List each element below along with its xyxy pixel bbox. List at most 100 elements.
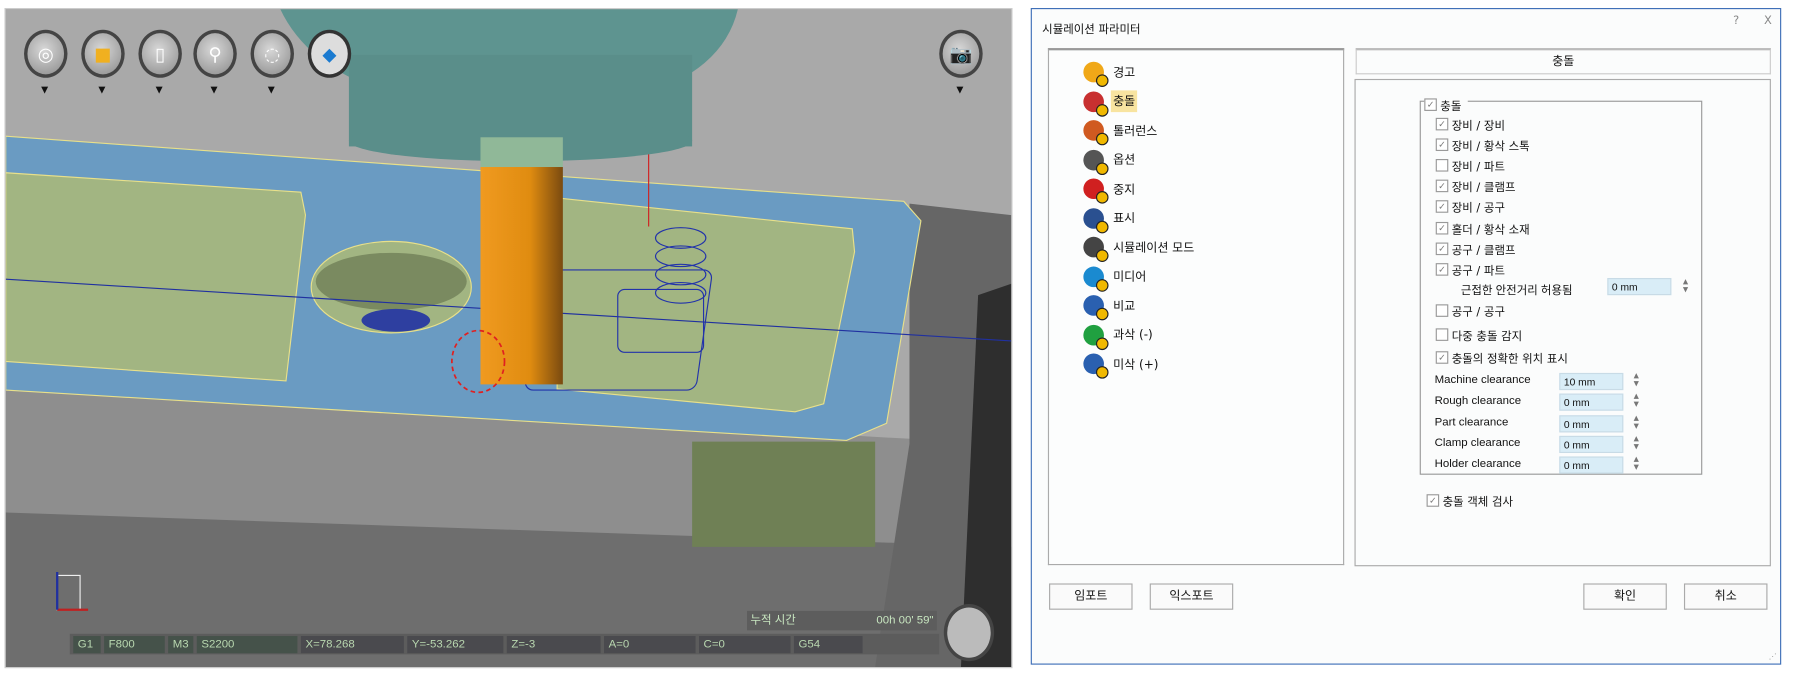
- tree-item[interactable]: 옵션: [1083, 147, 1137, 175]
- c-axis: C=0: [698, 635, 791, 653]
- tree-item[interactable]: 톨러런스: [1083, 118, 1159, 146]
- object-check-checkbox[interactable]: ✓ 충돌 객체 검사: [1426, 492, 1513, 509]
- tree-item-label: 비교: [1113, 299, 1136, 313]
- checkbox-label: 장비 / 파트: [1451, 161, 1505, 175]
- collision-pair-checkbox[interactable]: 다중 충돌 감지: [1435, 325, 1523, 343]
- collision-pair-checkbox[interactable]: 장비 / 파트: [1435, 157, 1505, 175]
- dashed-circle-x-icon[interactable]: ◌: [250, 29, 295, 78]
- checkbox-icon: ✓: [1435, 117, 1449, 131]
- tree-item-label: 시뮬레이션 모드: [1113, 240, 1195, 255]
- checkbox-label: 홀더 / 황삭 소재: [1451, 223, 1530, 237]
- category-icon: [1083, 149, 1109, 175]
- collision-pair-checkbox[interactable]: ✓ 장비 / 황삭 스톡: [1435, 136, 1530, 153]
- tree-item[interactable]: 과삭 (-): [1083, 322, 1155, 350]
- spindle-speed: S2200: [196, 635, 298, 653]
- simulation-parameters-dialog: 시뮬레이션 파라미터 ? X 경고 충돌 톨러런스 옵션 중지 표시 시뮬레이션 모드 미디어…: [1030, 8, 1782, 665]
- clearance-input[interactable]: 0 mm: [1559, 435, 1624, 453]
- tree-item[interactable]: 미디어: [1083, 264, 1148, 292]
- checkbox-icon: ✓: [1435, 221, 1449, 234]
- cylinder-icon[interactable]: ▯: [138, 29, 182, 78]
- clearance-spinner[interactable]: ▲ ▼: [1634, 393, 1639, 409]
- collision-pair-checkbox[interactable]: ✓ 장비 / 공구: [1435, 198, 1505, 216]
- collision-pair-checkbox[interactable]: 공구 / 공구: [1435, 302, 1505, 320]
- tree-item[interactable]: 비교: [1083, 293, 1137, 321]
- 3d-scene: [5, 9, 1012, 667]
- category-icon: [1083, 120, 1109, 146]
- dropdown-arrow-icon[interactable]: ▼: [41, 85, 48, 95]
- work-offset: G54: [793, 635, 863, 653]
- tree-item[interactable]: 미삭 (+): [1083, 351, 1160, 379]
- resize-grip-icon[interactable]: ⋰: [1769, 652, 1777, 661]
- clearance-spinner[interactable]: ▲ ▼: [1634, 456, 1639, 472]
- tolerance-spinner[interactable]: ▲ ▼: [1683, 278, 1688, 294]
- import-button[interactable]: 임포트: [1049, 583, 1133, 610]
- collision-pair-checkbox[interactable]: ✓ 충돌의 정확한 위치 표시: [1435, 349, 1568, 366]
- collision-pair-checkbox[interactable]: ✓ 공구 / 클램프: [1435, 240, 1516, 257]
- z-coordinate: Z=-3: [506, 635, 601, 653]
- tree-item[interactable]: 표시: [1083, 205, 1137, 233]
- controller-icon[interactable]: [943, 604, 995, 662]
- clearance-label: Rough clearance: [1434, 395, 1522, 408]
- clearance-input[interactable]: 0 mm: [1559, 393, 1624, 412]
- dialog-title: 시뮬레이션 파라미터: [1042, 24, 1141, 37]
- view-cube-icon[interactable]: ◎: [24, 29, 68, 78]
- collision-pair-checkbox[interactable]: ✓ 공구 / 파트: [1435, 260, 1505, 278]
- tree-item-label: 중지: [1113, 182, 1136, 197]
- accumulated-time-label: 누적 시간: [750, 614, 796, 627]
- dropdown-arrow-icon[interactable]: ▼: [956, 85, 963, 95]
- tree-item[interactable]: 충돌: [1083, 89, 1138, 117]
- clearance-input[interactable]: 0 mm: [1559, 456, 1624, 474]
- tree-item[interactable]: 시뮬레이션 모드: [1083, 235, 1196, 262]
- section-header: 충돌: [1355, 48, 1771, 75]
- dropdown-arrow-icon[interactable]: ▼: [210, 85, 217, 95]
- magnifier-icon[interactable]: ⚲: [193, 29, 237, 78]
- clearance-input[interactable]: 10 mm: [1559, 372, 1624, 391]
- checkbox-label: 다중 충돌 감지: [1451, 330, 1523, 343]
- collision-pair-checkbox[interactable]: ✓ 홀더 / 황삭 소재: [1435, 219, 1530, 237]
- checkbox-label: 공구 / 공구: [1451, 306, 1505, 320]
- status-bar: G1 F800 M3 S2200 X=78.268 Y=-53.262 Z=-3…: [69, 633, 940, 655]
- checkbox-label: 공구 / 클램프: [1451, 244, 1516, 257]
- checkbox-icon: ✓: [1435, 351, 1449, 364]
- checkbox-icon: ✓: [1435, 179, 1449, 193]
- tree-item[interactable]: 중지: [1083, 176, 1137, 204]
- feed-rate: F800: [104, 635, 165, 653]
- collision-pair-checkbox[interactable]: ✓ 장비 / 클램프: [1435, 178, 1515, 195]
- clearance-spinner[interactable]: ▲ ▼: [1634, 372, 1639, 388]
- ok-button[interactable]: 확인: [1583, 583, 1667, 610]
- rotate-icon[interactable]: ◆: [307, 29, 352, 78]
- dropdown-arrow-icon[interactable]: ▼: [268, 85, 275, 95]
- dropdown-arrow-icon[interactable]: ▼: [98, 85, 105, 95]
- clearance-label: Clamp clearance: [1434, 436, 1521, 450]
- checkbox-label: 공구 / 파트: [1451, 265, 1505, 278]
- cube-icon[interactable]: ■: [81, 29, 125, 78]
- simulation-viewport[interactable]: ◎ ■ ▯ ⚲ ◌ ◆ ▼ ▼ ▼ ▼ ▼ 📷 ▼ 누적 시간 00h 00' …: [4, 8, 1013, 669]
- clearance-spinner[interactable]: ▲ ▼: [1634, 435, 1639, 451]
- collision-pair-checkbox[interactable]: ✓ 장비 / 장비: [1435, 116, 1505, 133]
- category-icon: [1083, 265, 1109, 292]
- tolerance-input[interactable]: 0 mm: [1607, 277, 1672, 296]
- export-button[interactable]: 익스포트: [1149, 583, 1234, 610]
- clearance-input[interactable]: 0 mm: [1559, 414, 1624, 432]
- camera-icon[interactable]: 📷: [939, 29, 983, 78]
- checkbox-icon: ✓: [1435, 138, 1449, 152]
- tree-item-label: 경고: [1113, 65, 1136, 80]
- accumulated-time-value: 00h 00' 59": [876, 614, 934, 627]
- checkbox-label: 충돌: [1440, 100, 1462, 114]
- help-button[interactable]: ?: [1733, 15, 1739, 28]
- tree-item[interactable]: 경고: [1083, 59, 1137, 87]
- clearance-label: Machine clearance: [1434, 374, 1531, 387]
- tree-item-label: 충돌: [1110, 90, 1138, 113]
- clearance-spinner[interactable]: ▲ ▼: [1634, 414, 1639, 430]
- category-icon: [1083, 353, 1109, 379]
- m-code: M3: [168, 635, 194, 653]
- checkbox-icon: ✓: [1424, 98, 1437, 111]
- checkbox-icon: ✓: [1435, 242, 1449, 255]
- collision-group-checkbox[interactable]: ✓ 충돌: [1424, 96, 1469, 114]
- tree-item-label: 옵션: [1113, 153, 1136, 168]
- dropdown-arrow-icon[interactable]: ▼: [156, 85, 163, 95]
- a-axis: A=0: [604, 635, 696, 653]
- checkbox-label: 장비 / 장비: [1451, 120, 1505, 133]
- close-button[interactable]: X: [1764, 15, 1772, 28]
- cancel-button[interactable]: 취소: [1683, 583, 1768, 610]
